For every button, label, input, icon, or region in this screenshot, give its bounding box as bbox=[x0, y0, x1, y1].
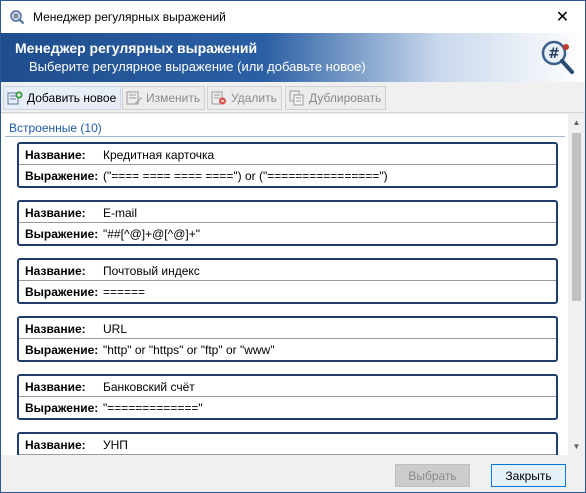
card-expr-row: Выражение: "=============" bbox=[19, 397, 556, 418]
scroll-thumb[interactable] bbox=[572, 133, 581, 301]
card-expr-row: Выражение: ====== bbox=[19, 281, 556, 302]
name-value: Почтовый индекс bbox=[103, 264, 200, 278]
expr-value: "##[^@]+@[^@]+" bbox=[103, 227, 201, 241]
close-button[interactable]: Закрыть bbox=[491, 464, 566, 487]
expr-label: Выражение: bbox=[25, 285, 99, 299]
close-window-button[interactable]: ✕ bbox=[540, 1, 585, 32]
expr-label: Выражение: bbox=[25, 169, 99, 183]
name-label: Название: bbox=[25, 322, 86, 336]
toolbar: Добавить новое Изменить Удалить Дублиров… bbox=[1, 83, 585, 113]
expr-label: Выражение: bbox=[25, 227, 99, 241]
expr-value: ====== bbox=[103, 285, 146, 299]
header-banner: Менеджер регулярных выражений Выберите р… bbox=[1, 33, 585, 82]
regex-list[interactable]: Встроенные (10) Название: Кредитная карт… bbox=[1, 114, 585, 455]
name-label: Название: bbox=[25, 438, 86, 452]
card-name-row: Название: УНП bbox=[19, 434, 556, 455]
name-value: E-mail bbox=[103, 206, 138, 220]
card-name-row: Название: Кредитная карточка bbox=[19, 144, 556, 165]
card-expr-row: Выражение: ("==== ==== ==== ====") or ("… bbox=[19, 165, 556, 186]
name-value: УНП bbox=[103, 438, 128, 452]
close-icon: ✕ bbox=[555, 8, 570, 26]
card-name-row: Название: E-mail bbox=[19, 202, 556, 223]
regex-card[interactable]: Название: Кредитная карточка Выражение: … bbox=[17, 142, 558, 188]
duplicate-button[interactable]: Дублировать bbox=[285, 86, 387, 110]
edit-label: Изменить bbox=[146, 91, 201, 105]
chevron-down-icon: ▼ bbox=[572, 442, 581, 451]
svg-text:#: # bbox=[548, 46, 560, 62]
expr-label: Выражение: bbox=[25, 343, 99, 357]
edit-button[interactable]: Изменить bbox=[122, 86, 206, 110]
regex-card[interactable]: Название: E-mail Выражение: "##[^@]+@[^@… bbox=[17, 200, 558, 246]
name-value: URL bbox=[103, 322, 128, 336]
regex-search-icon: # bbox=[541, 40, 574, 74]
vertical-scrollbar[interactable]: ▲ ▼ bbox=[568, 114, 585, 455]
group-divider bbox=[5, 136, 565, 137]
window-title: Менеджер регулярных выражений bbox=[33, 10, 226, 24]
title-bar: Менеджер регулярных выражений ✕ bbox=[1, 1, 585, 33]
regex-card[interactable]: Название: URL Выражение: "http" or "http… bbox=[17, 316, 558, 362]
banner-subtitle: Выберите регулярное выражение (или добав… bbox=[29, 59, 366, 74]
chevron-up-icon: ▲ bbox=[572, 118, 581, 127]
expr-value: "http" or "https" or "ftp" or "www" bbox=[103, 343, 275, 357]
name-value: Кредитная карточка bbox=[103, 148, 215, 162]
name-value: Банковский счёт bbox=[103, 380, 195, 394]
regex-card[interactable]: Название: УНП Выражение: bbox=[17, 432, 558, 455]
scroll-down-button[interactable]: ▼ bbox=[568, 438, 585, 455]
regex-card[interactable]: Название: Банковский счёт Выражение: "==… bbox=[17, 374, 558, 420]
regex-card[interactable]: Название: Почтовый индекс Выражение: ===… bbox=[17, 258, 558, 304]
name-label: Название: bbox=[25, 148, 86, 162]
regex-manager-window: Менеджер регулярных выражений ✕ Менеджер… bbox=[0, 0, 586, 493]
duplicate-icon bbox=[289, 90, 304, 106]
name-label: Название: bbox=[25, 380, 86, 394]
add-icon bbox=[7, 91, 23, 105]
delete-button[interactable]: Удалить bbox=[207, 86, 282, 110]
select-button[interactable]: Выбрать bbox=[395, 464, 470, 487]
scroll-up-button[interactable]: ▲ bbox=[568, 114, 585, 131]
banner-title: Менеджер регулярных выражений bbox=[15, 40, 258, 56]
card-expr-row: Выражение: "http" or "https" or "ftp" or… bbox=[19, 339, 556, 360]
duplicate-label: Дублировать bbox=[309, 91, 382, 105]
group-header-builtin[interactable]: Встроенные (10) bbox=[9, 121, 102, 135]
app-icon bbox=[10, 10, 25, 25]
card-name-row: Название: URL bbox=[19, 318, 556, 339]
card-name-row: Название: Почтовый индекс bbox=[19, 260, 556, 281]
expr-value: ("==== ==== ==== ====") or ("===========… bbox=[103, 169, 388, 183]
card-name-row: Название: Банковский счёт bbox=[19, 376, 556, 397]
expr-label: Выражение: bbox=[25, 401, 99, 415]
name-label: Название: bbox=[25, 264, 86, 278]
add-new-label: Добавить новое bbox=[27, 91, 117, 105]
card-expr-row: Выражение: "##[^@]+@[^@]+" bbox=[19, 223, 556, 244]
expr-value: "=============" bbox=[103, 401, 203, 415]
delete-label: Удалить bbox=[231, 91, 277, 105]
delete-icon bbox=[211, 91, 226, 105]
name-label: Название: bbox=[25, 206, 86, 220]
dialog-footer: Выбрать Закрыть bbox=[1, 456, 585, 492]
add-new-button[interactable]: Добавить новое bbox=[3, 86, 122, 110]
edit-icon bbox=[126, 91, 142, 105]
